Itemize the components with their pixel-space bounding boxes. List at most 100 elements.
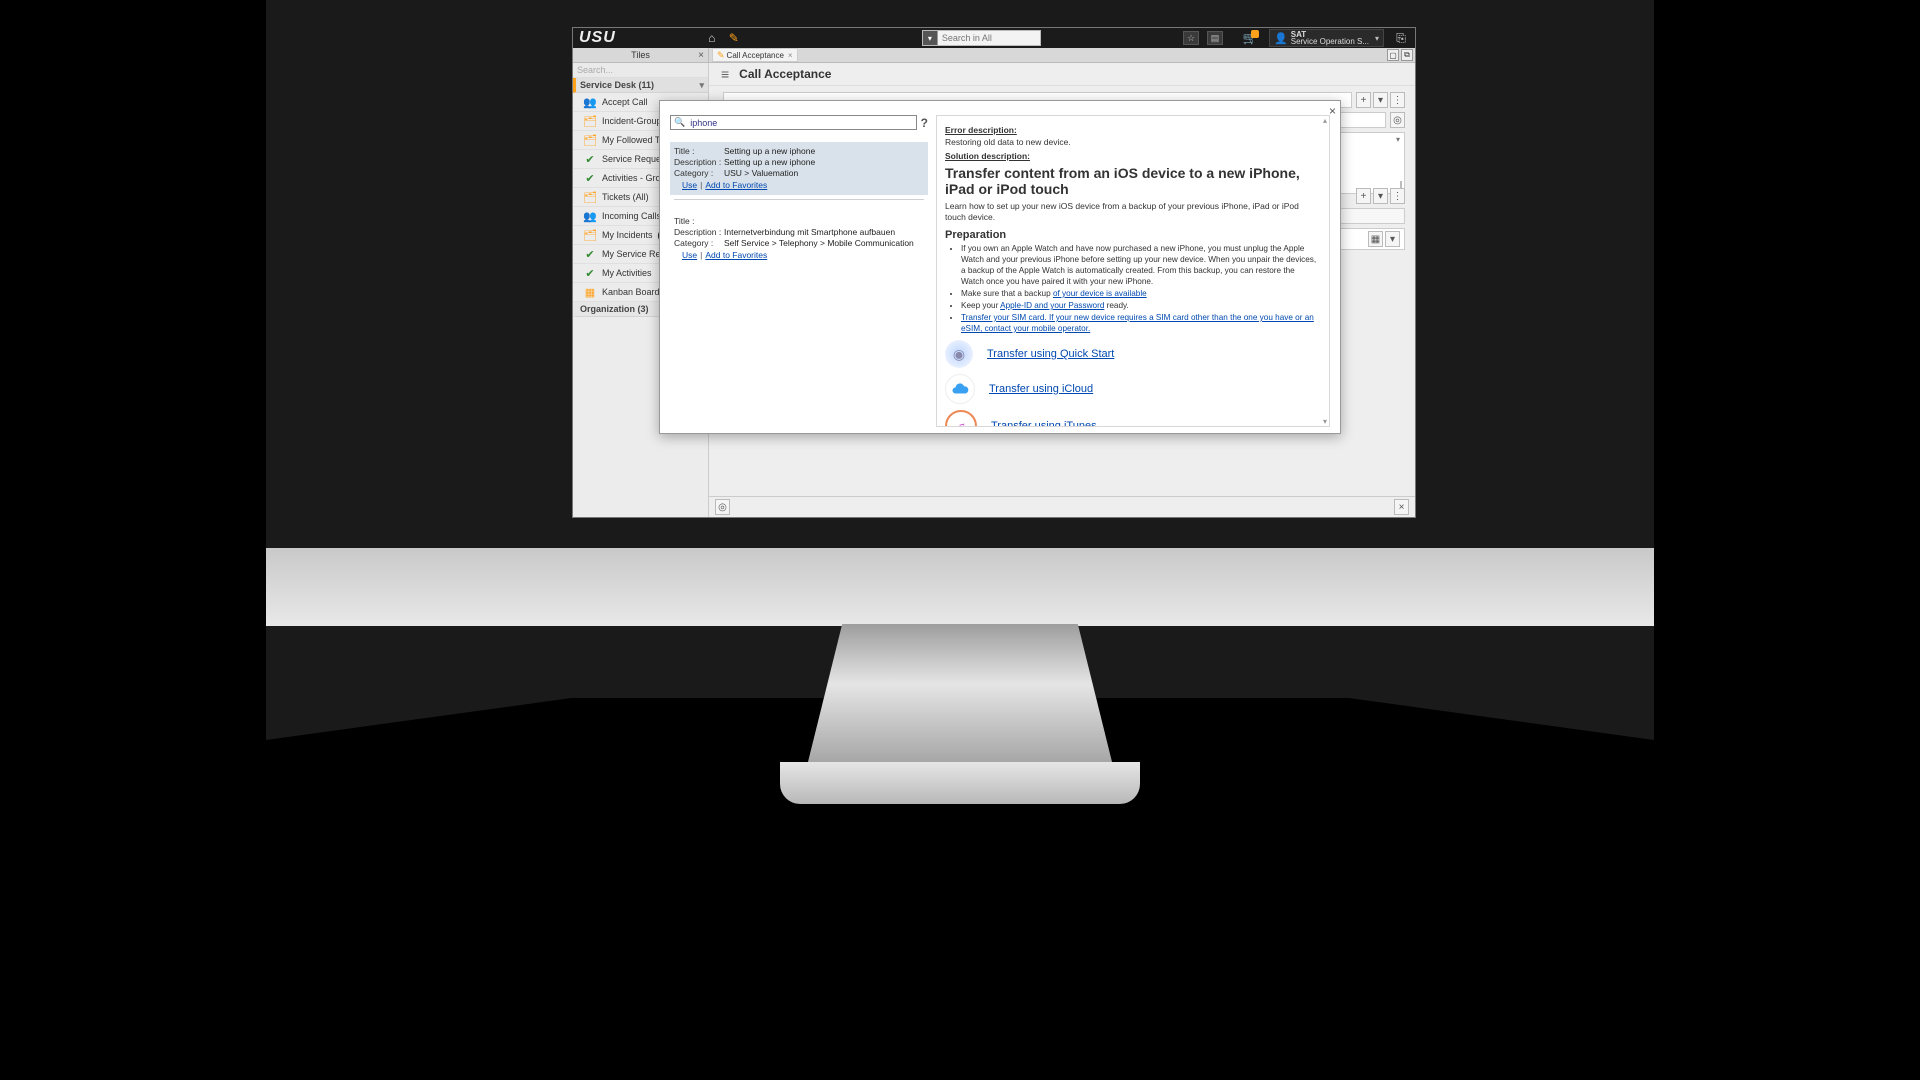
quickstart-icon: ◉ (945, 340, 973, 368)
error-desc-text: Restoring old data to new device. (945, 137, 1319, 148)
tiles-close-icon[interactable]: × (698, 50, 704, 61)
sidebar-item-icon: ▦ (583, 286, 597, 298)
user-icon: 👤 (1274, 32, 1288, 45)
sidebar-item-label: Accept Call (602, 97, 648, 107)
quickstart-link[interactable]: Transfer using Quick Start (987, 348, 1114, 360)
favorite-icon[interactable]: ☆ (1183, 31, 1199, 45)
logout-icon[interactable]: ⎘ (1393, 30, 1409, 46)
more-icon[interactable]: ⋮ (1390, 188, 1405, 204)
chevron-down-icon: ▾ (1375, 34, 1379, 43)
grid-icon[interactable]: ▦ (1368, 231, 1383, 247)
preparation-list: If you own an Apple Watch and have now p… (961, 243, 1319, 334)
sidebar-item-label: My Incidents (602, 230, 653, 240)
chevron-down-icon: ▾ (699, 80, 704, 91)
use-link[interactable]: Use (682, 250, 697, 260)
sidebar-item-icon: 👥 (583, 96, 597, 108)
add-favorites-link[interactable]: Add to Favorites (705, 180, 767, 190)
target-icon[interactable]: ◎ (715, 499, 730, 515)
edit-icon[interactable]: ✎ (726, 30, 742, 46)
dialog-search-field: 🔍 (670, 115, 917, 130)
itunes-icon: ♫ (945, 410, 977, 427)
dialog-preview-pane: ▴▾ Error description: Restoring old data… (936, 115, 1330, 427)
knowledge-dialog: × 🔍 ? Title :Setting up a new iphoneDesc… (659, 100, 1341, 434)
chevron-down-icon[interactable]: ▾ (1373, 92, 1388, 108)
chevron-down-icon[interactable]: ▾ (1385, 231, 1400, 247)
scrollbar[interactable]: ▴▾ (1321, 116, 1329, 426)
list-item: Keep your Apple-ID and your Password rea… (961, 300, 1319, 311)
sidebar-item-label: Tickets (All) (602, 192, 649, 202)
transfer-option-itunes: ♫ Transfer using iTunes (945, 410, 1319, 427)
tiles-search-input[interactable] (573, 63, 708, 78)
list-item: Make sure that a backup of your device i… (961, 288, 1319, 299)
transfer-option-quickstart: ◉ Transfer using Quick Start (945, 340, 1319, 368)
help-icon[interactable]: ? (921, 116, 928, 130)
sidebar-item-label: Incoming Calls (602, 211, 661, 221)
backup-link[interactable]: of your device is available (1053, 289, 1147, 298)
transfer-option-icloud: Transfer using iCloud (945, 374, 1319, 404)
sidebar-item-icon: 🗂 (583, 134, 597, 146)
add-icon[interactable]: + (1356, 188, 1371, 204)
itunes-link[interactable]: Transfer using iTunes (991, 420, 1097, 427)
sidebar-item-icon: 🗂 (583, 191, 597, 203)
tab-label: Call Acceptance (727, 51, 784, 60)
home-icon[interactable]: ⌂ (704, 30, 720, 46)
popout-icon[interactable]: ⧉ (1401, 49, 1413, 61)
chevron-down-icon[interactable]: ▾ (1392, 133, 1404, 145)
sidebar-item-icon: 🗂 (583, 115, 597, 127)
global-search: ▾ (922, 30, 1041, 46)
chevron-down-icon[interactable]: ▾ (1373, 188, 1388, 204)
icloud-link[interactable]: Transfer using iCloud (989, 383, 1093, 395)
sidebar-item-label: My Activities (602, 268, 652, 278)
sim-link[interactable]: Transfer your SIM card. If your new devi… (961, 313, 1314, 333)
close-icon[interactable]: × (1394, 499, 1409, 515)
maximize-icon[interactable]: ▢ (1387, 49, 1399, 61)
hamburger-icon[interactable]: ≡ (721, 66, 729, 82)
user-role: Service Operation S... (1291, 38, 1369, 45)
use-link[interactable]: Use (682, 180, 697, 190)
sidebar-group-label: Service Desk (11) (580, 80, 654, 90)
desktop-stage: USU ⌂ ✎ ▾ ☆ ▤ 🛒 👤 SAT Service Operation (266, 0, 1654, 816)
main-header: ≡ Call Acceptance (709, 63, 1415, 86)
tab-close-icon[interactable]: × (788, 51, 793, 60)
app-window: USU ⌂ ✎ ▾ ☆ ▤ 🛒 👤 SAT Service Operation (572, 27, 1416, 518)
pencil-icon: ✎ (717, 50, 725, 61)
dialog-close-icon[interactable]: × (1329, 104, 1336, 118)
article-title: Transfer content from an iOS device to a… (945, 165, 1319, 197)
add-icon[interactable]: + (1356, 92, 1371, 108)
tab-call-acceptance[interactable]: ✎ Call Acceptance × (712, 48, 798, 62)
appleid-link[interactable]: Apple-ID and your Password (1000, 301, 1104, 310)
article-intro: Learn how to set up your new iOS device … (945, 201, 1319, 223)
more-icon[interactable]: ⋮ (1390, 92, 1405, 108)
search-result[interactable]: Title :Description :Internetverbindung m… (670, 212, 928, 265)
top-bar: USU ⌂ ✎ ▾ ☆ ▤ 🛒 👤 SAT Service Operation (573, 28, 1415, 48)
sidebar-group-service-desk[interactable]: Service Desk (11) ▾ (573, 78, 708, 93)
sidebar-item-icon: 👥 (583, 210, 597, 222)
search-scope-icon[interactable]: ▾ (923, 31, 938, 45)
sidebar-item-icon: ✔ (583, 267, 597, 279)
icloud-icon (945, 374, 975, 404)
notification-badge (1251, 30, 1259, 38)
sidebar-item-label: Kanban Board (602, 287, 660, 297)
page-title: Call Acceptance (739, 67, 831, 81)
sidebar-item-icon: ✔ (583, 172, 597, 184)
global-search-input[interactable] (938, 32, 1040, 45)
notifications-icon[interactable]: 🛒 (1241, 30, 1259, 46)
tiles-header: Tiles × (573, 48, 709, 62)
clipboard-icon[interactable]: ▤ (1207, 31, 1223, 45)
add-favorites-link[interactable]: Add to Favorites (705, 250, 767, 260)
sidebar-group-label: Organization (3) (580, 304, 649, 314)
logo: USU (579, 29, 616, 47)
list-item: If you own an Apple Watch and have now p… (961, 243, 1319, 287)
target-icon[interactable]: ◎ (1390, 112, 1405, 128)
list-item: Transfer your SIM card. If your new devi… (961, 312, 1319, 334)
footer-bar: ◎ × (709, 496, 1415, 517)
sidebar-item-label: Incident-Groups (602, 116, 666, 126)
sidebar-item-icon: ✔ (583, 153, 597, 165)
dialog-search-input[interactable] (688, 117, 912, 129)
tiles-header-label: Tiles (631, 50, 650, 60)
sidebar-item-icon: ✔ (583, 248, 597, 260)
error-desc-label: Error description: (945, 125, 1319, 135)
sidebar-item-icon: 🗂 (583, 229, 597, 241)
search-result[interactable]: Title :Setting up a new iphoneDescriptio… (670, 142, 928, 195)
user-menu[interactable]: 👤 SAT Service Operation S... ▾ (1269, 29, 1384, 47)
